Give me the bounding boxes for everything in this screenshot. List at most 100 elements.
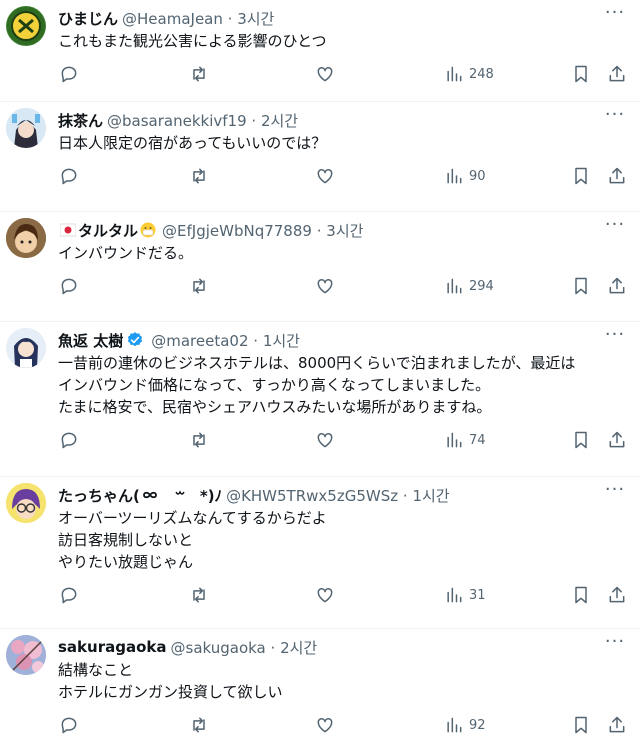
tweet[interactable]: たっちゃん( *)ﾉ @KHW5TRwx5zG5WSz · 1시간 ··· オー… — [0, 477, 640, 629]
more-options-icon[interactable]: ··· — [604, 4, 626, 24]
analytics-icon — [447, 66, 462, 82]
bookmark-icon — [575, 716, 587, 734]
reply-button[interactable] — [59, 715, 79, 735]
views-button[interactable]: 294 — [444, 276, 494, 296]
retweet-button[interactable] — [189, 166, 209, 186]
like-button[interactable] — [315, 64, 335, 84]
tweet-line: 訪日客規制しないと — [58, 531, 194, 549]
bookmark-button[interactable] — [571, 715, 591, 735]
more-options-icon[interactable]: ··· — [604, 633, 626, 653]
share-button[interactable] — [607, 585, 627, 605]
heart-icon — [317, 717, 333, 733]
share-button[interactable] — [607, 715, 627, 735]
handle[interactable]: @EfJgjeWbNq77889 — [162, 222, 312, 240]
reply-button[interactable] — [59, 166, 79, 186]
more-options-icon[interactable]: ··· — [604, 216, 626, 236]
avatar[interactable] — [6, 6, 46, 46]
like-button[interactable] — [315, 166, 335, 186]
timestamp[interactable]: 3시간 — [237, 10, 274, 28]
avatar[interactable] — [6, 635, 46, 675]
tweet-text: 一昔前の連休のビジネスホテルは、8000円くらいで泊まれましたが、最近は インバ… — [58, 352, 624, 418]
share-button[interactable] — [607, 430, 627, 450]
display-name[interactable]: ひまじん — [58, 8, 118, 29]
display-name[interactable]: たっちゃん( — [58, 485, 140, 506]
analytics-icon — [447, 587, 462, 603]
retweet-button[interactable] — [189, 430, 209, 450]
retweet-button[interactable] — [189, 585, 209, 605]
anime-character-avatar-icon — [6, 108, 46, 148]
like-button[interactable] — [315, 715, 335, 735]
mahjong-coin-avatar-icon — [7, 7, 45, 45]
tweet-text: これもまた観光公害による影響のひとつ — [58, 30, 624, 52]
timestamp[interactable]: 1시간 — [263, 332, 300, 350]
display-name-suffix[interactable]: *)ﾉ — [200, 485, 222, 506]
retweet-icon — [193, 587, 205, 603]
share-icon — [609, 586, 625, 603]
analytics-icon — [447, 278, 462, 294]
tweet[interactable]: 抹茶ん @basaranekkivf19 · 2시간 ··· 日本人限定の宿があ… — [0, 102, 640, 212]
retweet-icon — [193, 278, 205, 294]
like-button[interactable] — [315, 585, 335, 605]
reply-button[interactable] — [59, 64, 79, 84]
handle[interactable]: @KHW5TRwx5zG5WSz — [226, 487, 398, 505]
more-options-icon[interactable]: ··· — [604, 106, 626, 126]
more-options-icon[interactable]: ··· — [604, 326, 626, 346]
display-name[interactable]: 魚返 太樹 — [58, 330, 123, 351]
views-button[interactable]: 92 — [444, 715, 486, 735]
reply-button[interactable] — [59, 276, 79, 296]
display-name[interactable]: sakuragaoka — [58, 638, 167, 656]
retweet-button[interactable] — [189, 715, 209, 735]
tweet[interactable]: 魚返 太樹 @mareeta02 · 1시간 ··· 一昔前の連休のビジネスホテ… — [0, 322, 640, 477]
handle[interactable]: @HeamaJean — [122, 10, 223, 28]
views-button[interactable]: 74 — [444, 430, 486, 450]
retweet-button[interactable] — [189, 64, 209, 84]
anime-boy-avatar-icon — [6, 218, 46, 258]
retweet-icon — [193, 432, 205, 448]
bookmark-icon — [575, 65, 587, 83]
retweet-icon — [193, 66, 205, 82]
avatar[interactable] — [6, 218, 46, 258]
action-bar: 31 — [58, 583, 627, 613]
reply-button[interactable] — [59, 430, 79, 450]
handle[interactable]: @sakugaoka — [171, 639, 266, 657]
bookmark-button[interactable] — [571, 276, 591, 296]
bookmark-button[interactable] — [571, 166, 591, 186]
bookmark-button[interactable] — [571, 585, 591, 605]
reply-icon — [61, 717, 77, 734]
more-options-icon[interactable]: ··· — [604, 481, 626, 501]
tweet-text: オーバーツーリズムなんてするからだよ 訪日客規制しないと やりたい放題じゃん — [58, 507, 624, 573]
timestamp[interactable]: 3시간 — [326, 222, 363, 240]
handle[interactable]: @basaranekkivf19 — [107, 112, 247, 130]
retweet-button[interactable] — [189, 276, 209, 296]
share-icon — [609, 65, 625, 82]
views-button[interactable]: 90 — [444, 166, 486, 186]
tweet[interactable]: sakuragaoka @sakugaoka · 2시간 ··· 結構なこと ホ… — [0, 629, 640, 755]
timestamp[interactable]: 1시간 — [412, 487, 449, 505]
timestamp[interactable]: 2시간 — [261, 112, 298, 130]
reply-icon — [61, 278, 77, 295]
tweet[interactable]: タルタル @EfJgjeWbNq77889 · 3시간 ··· インバウンドだる… — [0, 212, 640, 322]
share-button[interactable] — [607, 276, 627, 296]
avatar[interactable] — [6, 108, 46, 148]
share-button[interactable] — [607, 64, 627, 84]
display-name[interactable]: 抹茶ん — [58, 110, 103, 131]
tweet-line: 結構なこと — [58, 661, 134, 679]
reply-button[interactable] — [59, 585, 79, 605]
views-count: 31 — [469, 587, 486, 603]
handle[interactable]: @mareeta02 — [151, 332, 248, 350]
display-name[interactable]: タルタル — [78, 220, 138, 241]
views-button[interactable]: 248 — [444, 64, 494, 84]
tweet[interactable]: ひまじん @HeamaJean · 3시간 ··· これもまた観光公害による影響… — [0, 0, 640, 102]
avatar[interactable] — [6, 328, 46, 368]
like-button[interactable] — [315, 276, 335, 296]
bookmark-button[interactable] — [571, 64, 591, 84]
like-button[interactable] — [315, 430, 335, 450]
share-button[interactable] — [607, 166, 627, 186]
timestamp[interactable]: 2시간 — [280, 639, 317, 657]
views-count: 90 — [469, 168, 486, 184]
analytics-icon — [447, 432, 462, 448]
reply-feed: ひまじん @HeamaJean · 3시간 ··· これもまた観光公害による影響… — [0, 0, 640, 755]
bookmark-button[interactable] — [571, 430, 591, 450]
avatar[interactable] — [6, 483, 46, 523]
views-button[interactable]: 31 — [444, 585, 486, 605]
